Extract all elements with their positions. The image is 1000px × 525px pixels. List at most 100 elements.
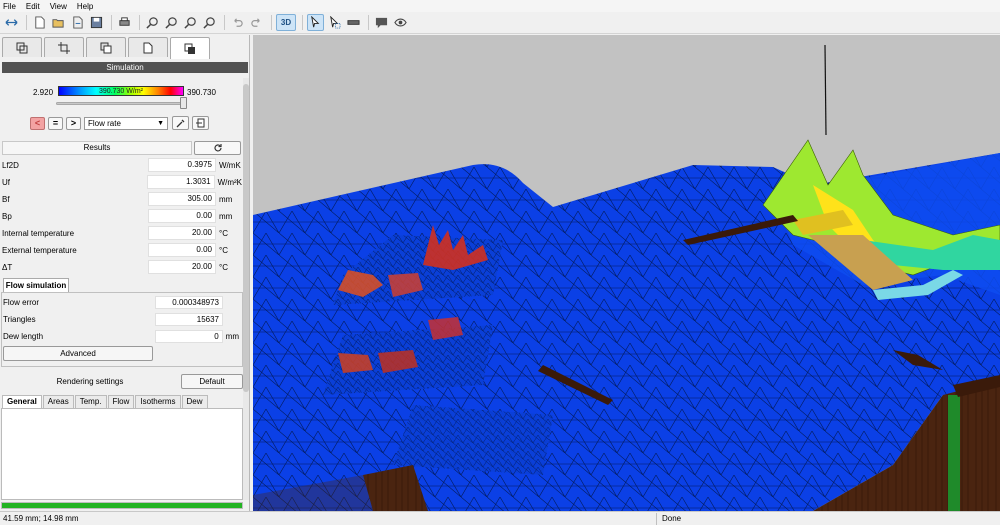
legend-slider-handle[interactable] <box>180 97 188 109</box>
tab-materials[interactable] <box>86 37 126 57</box>
visibility-button[interactable] <box>392 14 409 31</box>
redo-button[interactable] <box>248 14 265 31</box>
default-button[interactable]: Default <box>181 374 243 389</box>
layers-icon <box>16 42 28 53</box>
result-nav-row: < = > Flow rate ▼ <box>30 116 212 130</box>
quantity-select-value: Flow rate <box>88 118 121 128</box>
flow-cluster <box>338 353 373 373</box>
progress-fill <box>2 503 242 508</box>
tab-dew[interactable]: Dew <box>181 395 208 408</box>
result-label: Lf2D <box>2 160 19 170</box>
crop-icon <box>58 41 70 54</box>
redo-icon <box>251 18 260 27</box>
import-button[interactable] <box>69 14 86 31</box>
open-button[interactable] <box>50 14 67 31</box>
result-value: 20.00 <box>148 226 216 240</box>
zoom-in-button[interactable] <box>144 14 161 31</box>
tab-flow-simulation[interactable]: Flow simulation <box>3 278 69 292</box>
page-icon <box>143 42 153 53</box>
simulation-icon <box>184 43 195 54</box>
simulation-header: Simulation <box>2 62 248 73</box>
chevron-down-icon: ▼ <box>157 119 164 127</box>
advanced-button[interactable]: Advanced <box>3 346 153 361</box>
result-row: External temperature 0.00 °C <box>2 242 242 258</box>
legend-min-value: 2.920 <box>33 88 54 97</box>
import-icon <box>73 16 83 29</box>
refresh-button[interactable] <box>194 141 241 155</box>
tab-simulation[interactable] <box>170 37 210 59</box>
save-button[interactable] <box>88 14 105 31</box>
zoom-all-icon <box>203 17 215 29</box>
fit-view-button[interactable] <box>3 14 20 31</box>
rendering-settings-header: Rendering settings <box>56 377 124 386</box>
result-label: External temperature <box>2 245 77 255</box>
select-area-button[interactable] <box>326 14 343 31</box>
result-value: 0.00 <box>148 209 216 223</box>
tab-geometry[interactable] <box>2 37 42 57</box>
probe-button[interactable] <box>172 116 189 130</box>
status-bar: 41.59 mm; 14.98 mm Done <box>0 511 1000 525</box>
legend-max-value: 390.730 <box>187 88 216 97</box>
result-value: 20.00 <box>148 260 216 274</box>
results-header: Results <box>2 141 192 155</box>
flow-value: 0 <box>154 329 223 343</box>
ruler-icon <box>347 20 360 25</box>
print-button[interactable] <box>116 14 133 31</box>
previous-button[interactable]: < <box>30 116 45 130</box>
tab-areas[interactable]: Areas <box>42 395 74 408</box>
flow-label: Flow error <box>3 297 40 307</box>
menu-help[interactable]: Help <box>77 2 93 11</box>
view-3d-button[interactable]: 3D <box>276 14 296 31</box>
tab-flow[interactable]: Flow <box>107 395 135 408</box>
menu-file[interactable]: File <box>3 2 16 11</box>
tab-boundaries[interactable] <box>128 37 168 57</box>
next-button[interactable]: > <box>66 116 81 130</box>
eye-icon <box>394 18 407 27</box>
result-row: ΔT 20.00 °C <box>2 259 242 275</box>
3d-viewport[interactable] <box>253 35 1000 511</box>
new-button[interactable] <box>31 14 48 31</box>
mesh-render <box>253 35 1000 511</box>
zoom-out-button[interactable] <box>163 14 180 31</box>
toolbar-separator <box>26 15 27 30</box>
undo-button[interactable] <box>229 14 246 31</box>
tab-temp[interactable]: Temp. <box>74 395 107 408</box>
zoom-all-button[interactable] <box>201 14 218 31</box>
save-icon <box>90 16 103 29</box>
undo-icon <box>234 18 243 27</box>
export-results-button[interactable] <box>192 116 209 130</box>
menu-view[interactable]: View <box>50 2 67 11</box>
flow-value: 15637 <box>155 312 223 326</box>
tab-isotherms[interactable]: Isotherms <box>135 395 181 408</box>
status-coordinates: 41.59 mm; 14.98 mm <box>3 514 79 523</box>
tab-general[interactable]: General <box>2 395 42 408</box>
measure-button[interactable] <box>345 14 362 31</box>
overlap-icon <box>100 42 112 53</box>
zoom-in-icon <box>146 17 158 29</box>
equal-button[interactable]: = <box>48 116 63 130</box>
export-icon <box>195 118 204 128</box>
cursor-select-icon <box>330 16 341 29</box>
toolbar-separator <box>368 15 369 30</box>
result-unit: °C <box>219 245 228 255</box>
result-row: Uf 1.3031 W/m²K <box>2 174 242 190</box>
zoom-window-button[interactable] <box>182 14 199 31</box>
open-folder-icon <box>52 19 64 28</box>
menu-edit[interactable]: Edit <box>26 2 40 11</box>
legend-slider-track[interactable] <box>56 102 186 105</box>
color-legend-bar: 390.730 W/m² <box>58 86 184 96</box>
quantity-select[interactable]: Flow rate ▼ <box>84 116 168 130</box>
comment-button[interactable] <box>373 14 390 31</box>
result-unit: W/m²K <box>217 177 242 187</box>
result-row: Bf 305.00 mm <box>2 191 242 207</box>
select-pointer-button[interactable] <box>307 14 324 31</box>
panel-tabs <box>0 37 250 59</box>
menu-bar: File Edit View Help <box>0 0 1000 12</box>
panel-scrollbar[interactable] <box>243 78 249 500</box>
refresh-icon <box>213 144 222 152</box>
print-icon <box>119 17 130 26</box>
scrollbar-thumb[interactable] <box>243 84 249 392</box>
result-label: Bf <box>2 194 10 204</box>
tab-crop[interactable] <box>44 37 84 57</box>
flow-unit: mm <box>225 331 239 341</box>
